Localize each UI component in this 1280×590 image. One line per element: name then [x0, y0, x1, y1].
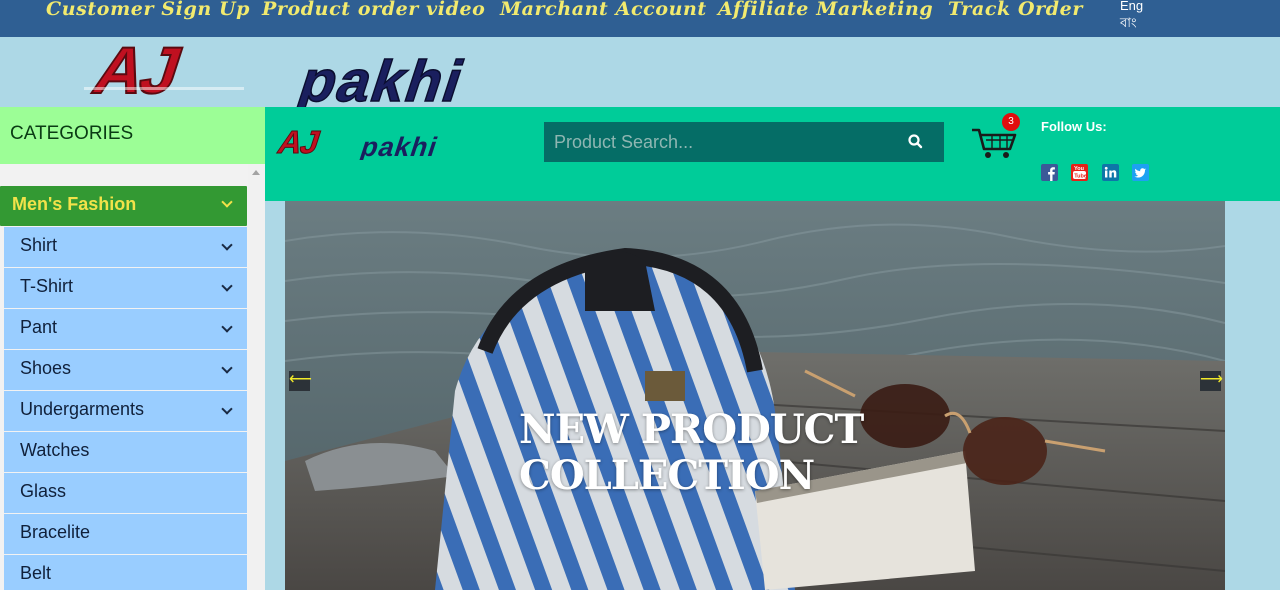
- svg-text:AJ: AJ: [275, 125, 324, 160]
- category-menu: Men's Fashion Shirt T-Shirt Pant Shoes U…: [0, 186, 247, 590]
- youtube-icon[interactable]: You Tube: [1071, 164, 1088, 181]
- menu-item-undergarments[interactable]: Undergarments: [4, 391, 247, 431]
- menu-item-pant[interactable]: Pant: [4, 309, 247, 349]
- menu-item-label: Watches: [20, 440, 90, 460]
- cart-count-badge: 3: [1002, 113, 1020, 131]
- merchant-account-link[interactable]: Marchant Account: [500, 0, 707, 20]
- menu-mens-fashion-label: Men's Fashion: [12, 194, 137, 214]
- hero-image: [285, 201, 1225, 590]
- menu-item-watches[interactable]: Watches: [4, 432, 247, 472]
- lang-bangla[interactable]: বাং: [1120, 14, 1143, 31]
- lang-english[interactable]: Eng: [1120, 0, 1143, 14]
- linkedin-icon[interactable]: [1102, 164, 1119, 181]
- menu-item-label: Shoes: [20, 358, 72, 378]
- search-input[interactable]: [544, 122, 904, 162]
- product-order-video-link[interactable]: Product order video: [262, 0, 485, 20]
- top-nav: Customer Sign Up Product order video Mar…: [0, 0, 1280, 37]
- chevron-down-icon: [221, 321, 233, 333]
- menu-item-shirt[interactable]: Shirt: [4, 227, 247, 267]
- svg-text:pakhi: pakhi: [291, 48, 474, 107]
- svg-text:Tube: Tube: [1074, 174, 1087, 180]
- chevron-down-icon: [221, 196, 233, 208]
- menu-item-shoes[interactable]: Shoes: [4, 350, 247, 390]
- chevron-down-icon: [221, 362, 233, 374]
- chevron-down-icon: [221, 280, 233, 292]
- product-search: [544, 122, 944, 162]
- menu-item-glass[interactable]: Glass: [4, 473, 247, 513]
- header-logo[interactable]: AJ pakhi: [275, 125, 525, 160]
- menu-mens-fashion[interactable]: Men's Fashion: [0, 186, 247, 226]
- scroll-up-arrow-icon[interactable]: [252, 170, 260, 175]
- svg-text:AJ: AJ: [85, 37, 189, 107]
- svg-text:You: You: [1074, 166, 1084, 172]
- language-switcher: Eng বাং: [1120, 0, 1143, 31]
- affiliate-marketing-link[interactable]: Affiliate Marketing: [718, 0, 933, 20]
- menu-item-label: Shirt: [20, 235, 58, 255]
- sidebar-scrollbar[interactable]: [248, 164, 265, 590]
- menu-item-tshirt[interactable]: T-Shirt: [4, 268, 247, 308]
- menu-item-label: Undergarments: [20, 399, 145, 419]
- categories-heading: CATEGORIES: [0, 107, 265, 164]
- menu-item-label: T-Shirt: [20, 276, 74, 296]
- banner: AJ pakhi: [0, 37, 1280, 107]
- menu-item-label: Pant: [20, 317, 58, 337]
- menu-item-label: Glass: [20, 481, 67, 501]
- category-sidebar: CATEGORIES Men's Fashion Shirt T-Shirt P…: [0, 107, 265, 590]
- menu-item-label: Belt: [20, 563, 52, 583]
- facebook-icon[interactable]: [1041, 164, 1058, 181]
- twitter-icon[interactable]: [1132, 164, 1149, 181]
- slide-title: NEW PRODUCT COLLECTION: [519, 406, 864, 499]
- slider-next-arrow-icon[interactable]: ⟶: [1200, 371, 1223, 391]
- slide-title-line-1: NEW PRODUCT: [519, 406, 864, 453]
- slider-prev-arrow-icon[interactable]: ⟵: [289, 371, 312, 391]
- track-order-link[interactable]: Track Order: [948, 0, 1083, 20]
- menu-item-label: Bracelite: [20, 522, 91, 542]
- slide-title-line-2: COLLECTION: [519, 452, 815, 499]
- menu-item-bracelite[interactable]: Bracelite: [4, 514, 247, 554]
- header-bar: AJ pakhi 3 Follow Us: You Tube: [265, 107, 1280, 201]
- brand-logo[interactable]: AJ pakhi: [84, 37, 684, 107]
- hero-slider[interactable]: NEW PRODUCT COLLECTION ⟵ ⟶: [285, 201, 1225, 590]
- svg-text:pakhi: pakhi: [357, 132, 442, 160]
- chevron-down-icon: [221, 403, 233, 415]
- search-icon[interactable]: [906, 132, 926, 152]
- menu-item-belt[interactable]: Belt: [4, 555, 247, 590]
- chevron-down-icon: [221, 239, 233, 251]
- follow-us-label: Follow Us:: [1041, 119, 1107, 134]
- customer-signup-link[interactable]: Customer Sign Up: [46, 0, 250, 20]
